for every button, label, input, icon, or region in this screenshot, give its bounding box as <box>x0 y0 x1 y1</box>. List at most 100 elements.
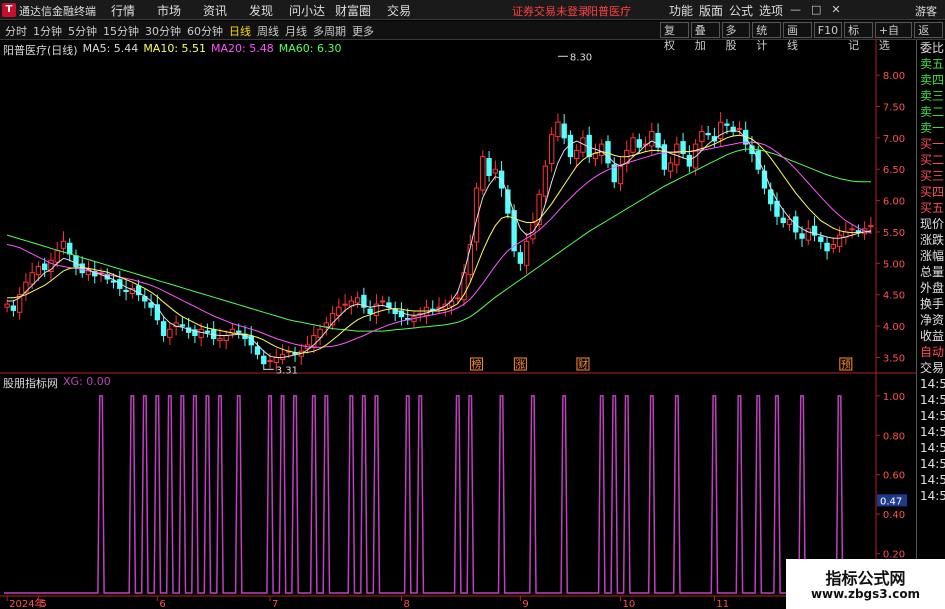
tab-daily[interactable]: 日线 <box>226 23 254 39</box>
tool-back-button[interactable]: 返回 <box>914 22 944 52</box>
legend-ma20: MA20: 5.48 <box>211 42 274 55</box>
candle-body <box>29 272 35 285</box>
candle-body <box>204 330 211 333</box>
ma20-line <box>6 141 872 348</box>
menu-item-caifuquan[interactable]: 财富圈 <box>330 2 376 19</box>
candle-body <box>167 328 173 338</box>
tool-multi-stock-button[interactable]: 多股 <box>721 22 751 52</box>
guest-label[interactable]: 游客 <box>915 3 937 19</box>
tool-f10-button[interactable]: F10 <box>813 22 843 38</box>
y-tick-label: 4.50 <box>883 291 905 302</box>
main-legend: 阳普医疗(日线) MA5: 5.44 MA10: 5.51 MA20: 5.48… <box>3 42 341 58</box>
event-marker-label: 涨 <box>515 359 525 371</box>
tab-60min[interactable]: 60分钟 <box>184 23 226 39</box>
auto-trade-label[interactable]: 自动 <box>917 344 945 360</box>
sub-legend: 股朋指标网 XG: 0.00 <box>3 375 111 391</box>
tab-monthly[interactable]: 月线 <box>282 23 310 39</box>
candle-body <box>592 153 599 160</box>
candle-body <box>73 255 79 267</box>
sub-indicator-xg: XG: 0.00 <box>63 375 111 388</box>
quote-label: 换手 <box>920 297 945 311</box>
sub-y-tick-label: 0.60 <box>883 471 905 482</box>
candle-body <box>236 330 242 333</box>
ma10-line <box>7 134 871 354</box>
menu-item-shichang[interactable]: 市场 <box>146 2 192 19</box>
candle-body <box>198 328 204 338</box>
menu-item-gongshi[interactable]: 公式 <box>726 2 756 19</box>
login-status[interactable]: 证券交易未登录 <box>512 3 589 19</box>
tab-15min[interactable]: 15分钟 <box>100 23 142 39</box>
candle-body <box>223 334 229 342</box>
candle-body <box>261 355 267 365</box>
watermark-title: 指标公式网 <box>825 569 906 588</box>
candle-body <box>4 303 10 308</box>
candle-body <box>267 360 273 363</box>
candle-body <box>336 306 342 316</box>
menu-item-wenxiaoda[interactable]: 问小达 <box>284 2 330 19</box>
menu-item-zixun[interactable]: 资讯 <box>192 2 238 19</box>
y-tick-label: 8.00 <box>883 71 905 82</box>
x-tick-label: 11 <box>716 599 729 609</box>
tab-5min[interactable]: 5分钟 <box>65 23 100 39</box>
quote-label: 涨跌 <box>920 233 945 247</box>
right-menu: 功能 版面 公式 选项 <box>666 2 786 19</box>
minimize-icon[interactable]: — <box>790 3 801 16</box>
menu-bar: T 通达信金融终端 行情 市场 资讯 发现 问小达 财富圈 交易 证券交易未登录… <box>0 0 945 20</box>
close-icon[interactable]: ✕ <box>831 3 840 16</box>
x-tick-label: 7 <box>272 599 278 609</box>
tab-more[interactable]: 更多 <box>349 23 377 39</box>
kline-chart[interactable]: 8.00 7.50 7.00 6.50 6.00 5.50 5.00 4.50 4.00 3.50… <box>0 40 916 609</box>
xg-signal-line <box>4 395 874 594</box>
menu-item-faxian[interactable]: 发现 <box>238 2 284 19</box>
candle-body <box>60 240 67 249</box>
period-toolbar: 分时 1分钟 5分钟 15分钟 30分钟 60分钟 日线 周线 月线 多周期 更… <box>0 21 945 52</box>
candle-body <box>555 121 561 138</box>
candle-body <box>254 346 261 355</box>
candle-body <box>574 149 580 160</box>
quote-label: 卖四 <box>920 73 945 87</box>
menu-item-jiaoyi[interactable]: 交易 <box>376 2 422 19</box>
restore-icon[interactable]: □ <box>811 3 821 16</box>
y-tick-label: 6.00 <box>883 197 905 208</box>
candle-body <box>455 297 461 300</box>
menu-item-xuanxiang[interactable]: 选项 <box>756 2 786 19</box>
trade-label[interactable]: 交易 <box>917 360 945 376</box>
menu-item-banmian[interactable]: 版面 <box>696 2 726 19</box>
main-menu: 行情 市场 资讯 发现 问小达 财富圈 交易 <box>100 2 422 19</box>
tab-30min[interactable]: 30分钟 <box>142 23 184 39</box>
candle-body <box>123 289 129 293</box>
tick-time: 14:56 <box>920 425 945 439</box>
chart-area[interactable]: 8.00 7.50 7.00 6.50 6.00 5.50 5.00 4.50 4.00 3.50… <box>0 40 916 609</box>
candle-body <box>636 139 642 148</box>
quote-label: 总量 <box>920 265 945 279</box>
tool-overlay-button[interactable]: 叠加 <box>690 22 720 52</box>
quote-label: 净资 <box>920 313 945 327</box>
quote-label: 卖三 <box>920 89 945 103</box>
candle-body <box>542 165 549 197</box>
tool-fuquan-button[interactable]: 复权 <box>660 22 689 52</box>
quote-label: 买五 <box>920 201 945 215</box>
tick-time: 14:56 <box>920 393 945 407</box>
tool-add-watchlist-button[interactable]: +自选 <box>874 22 913 52</box>
tick-time: 14:56 <box>920 457 945 471</box>
tool-draw-button[interactable]: 画线 <box>783 22 812 52</box>
tab-1min[interactable]: 1分钟 <box>30 23 65 39</box>
candle-body <box>799 233 805 239</box>
y-tick-label: 6.50 <box>883 165 905 176</box>
tab-fenshi[interactable]: 分时 <box>2 23 30 39</box>
legend-ma60: MA60: 6.30 <box>278 42 342 55</box>
sub-y-tick-label: 0.80 <box>883 431 905 442</box>
menu-item-gongneng[interactable]: 功能 <box>666 2 696 19</box>
menu-item-hangqing[interactable]: 行情 <box>100 2 146 19</box>
tool-stats-button[interactable]: 统计 <box>752 22 781 52</box>
chart-tools: 复权 叠加 多股 统计 画线 F10 标记 +自选 返回 <box>660 22 945 52</box>
candle-body <box>530 222 536 240</box>
candle-body <box>10 305 17 311</box>
candle-body <box>699 131 705 143</box>
tab-multi-period[interactable]: 多周期 <box>310 23 349 39</box>
quote-label: 外盘 <box>920 281 945 295</box>
tool-mark-button[interactable]: 标记 <box>844 22 873 52</box>
period-tabs: 分时 1分钟 5分钟 15分钟 30分钟 60分钟 日线 周线 月线 多周期 更… <box>2 23 377 39</box>
low-price-label: 3.31 <box>276 365 298 376</box>
tab-weekly[interactable]: 周线 <box>254 23 282 39</box>
